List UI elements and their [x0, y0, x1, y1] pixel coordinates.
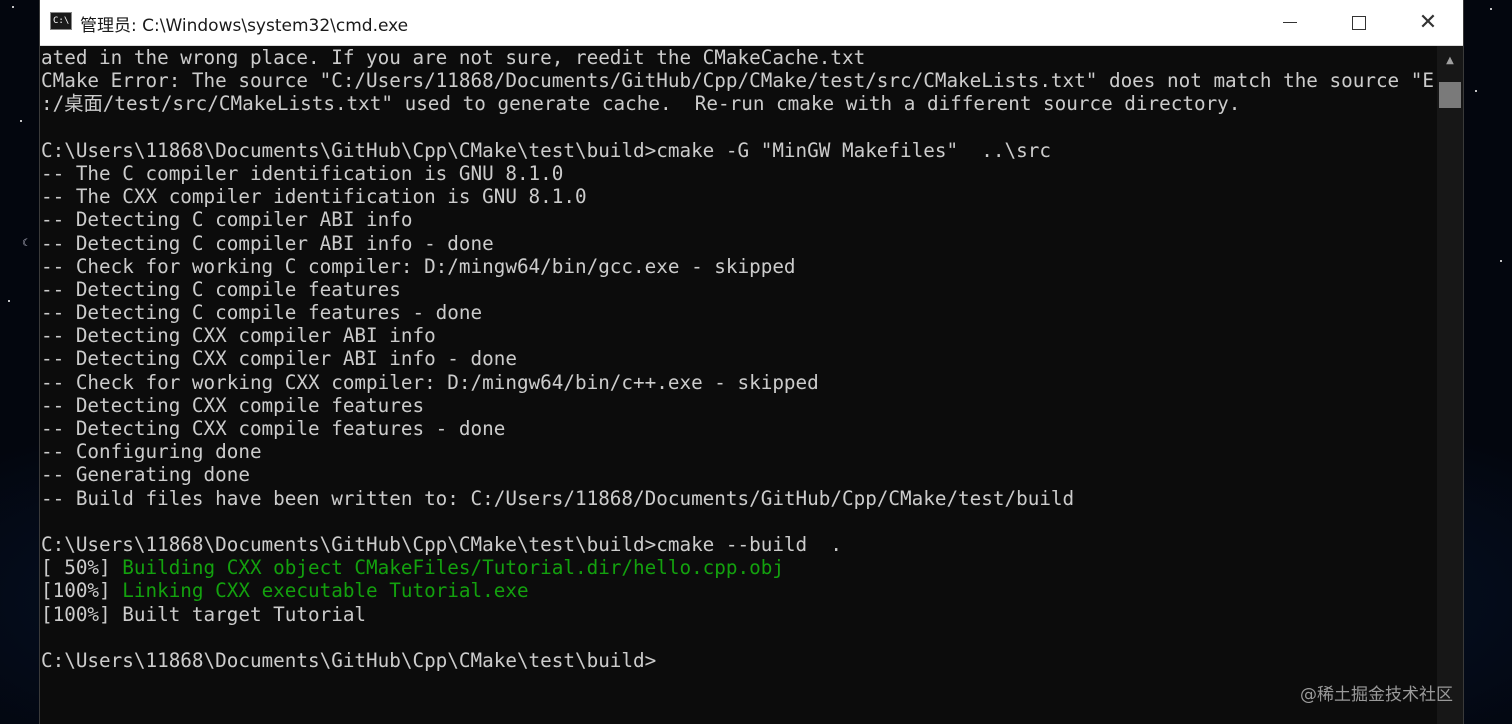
console-line: -- Build files have been written to: C:/… [41, 486, 1075, 510]
console-line: C:\Users\11868\Documents\GitHub\Cpp\CMak… [41, 648, 657, 672]
minimize-icon [1283, 22, 1297, 23]
console-line: -- Generating done [41, 463, 250, 487]
console-line: -- Detecting C compile features [41, 277, 401, 301]
scrollbar-thumb[interactable] [1439, 82, 1461, 108]
star [1500, 260, 1502, 262]
console-line: CMake Error: The source "C:/Users/11868/… [41, 69, 1434, 93]
scroll-up-arrow-icon[interactable]: ▲ [1437, 46, 1463, 76]
console-line: -- Detecting C compiler ABI info - done [41, 231, 494, 255]
progress-prefix: [ 50%] [41, 556, 123, 580]
console-line: C:\Users\11868\Documents\GitHub\Cpp\CMak… [41, 138, 1051, 162]
console-output[interactable]: ated in the wrong place. If you are not … [40, 46, 1437, 724]
close-button[interactable]: ✕ [1394, 0, 1462, 45]
moon-icon: ☾ [22, 238, 31, 249]
console-line: -- Check for working CXX compiler: D:/mi… [41, 370, 819, 394]
console-line: -- Detecting CXX compiler ABI info [41, 324, 436, 348]
maximize-button[interactable] [1325, 0, 1393, 45]
console-line: -- Check for working C compiler: D:/ming… [41, 254, 796, 278]
console-line: ated in the wrong place. If you are not … [41, 46, 866, 69]
console-line: -- Detecting C compile features - done [41, 301, 483, 325]
cmd-app-icon[interactable]: C:\ [50, 12, 72, 30]
star [12, 6, 14, 8]
console-line: -- Detecting CXX compile features - done [41, 417, 506, 440]
console-line: -- The CXX compiler identification is GN… [41, 185, 587, 209]
console-line: [ 50%] Building CXX object CMakeFiles/Tu… [40, 556, 1437, 579]
maximize-icon [1352, 15, 1366, 30]
console-line: -- Detecting CXX compile features [41, 393, 425, 417]
build-step-text: Building CXX object CMakeFiles/Tutorial.… [122, 556, 784, 580]
console-line: -- Detecting C compiler ABI info [41, 208, 413, 232]
console-line: -- The C compiler identification is GNU … [41, 161, 564, 185]
progress-prefix: [100%] [41, 579, 123, 603]
vertical-scrollbar[interactable]: ▲ [1437, 46, 1463, 724]
close-icon: ✕ [1418, 9, 1438, 35]
window-title: 管理员: C:\Windows\system32\cmd.exe [80, 16, 409, 36]
console-line: -- Detecting CXX compiler ABI info - don… [41, 347, 517, 371]
watermark: @稀土掘金技术社区 [1300, 685, 1453, 705]
console-line: :/桌面/test/src/CMakeLists.txt" used to ge… [41, 92, 1241, 116]
console-line: -- Configuring done [41, 440, 262, 464]
star [8, 300, 10, 302]
minimize-button[interactable] [1256, 0, 1324, 45]
console-line: [100%] Built target Tutorial [41, 602, 367, 626]
star [20, 120, 22, 122]
console-line: [100%] Linking CXX executable Tutorial.e… [40, 579, 1437, 602]
star [1490, 8, 1492, 10]
console-line: C:\Users\11868\Documents\GitHub\Cpp\CMak… [41, 532, 842, 556]
star [1475, 90, 1477, 92]
build-step-text: Linking CXX executable Tutorial.exe [122, 579, 529, 603]
cmd-window[interactable]: C:\ 管理员: C:\Windows\system32\cmd.exe ✕ a… [39, 0, 1464, 724]
title-bar[interactable]: C:\ 管理员: C:\Windows\system32\cmd.exe ✕ [40, 0, 1463, 46]
